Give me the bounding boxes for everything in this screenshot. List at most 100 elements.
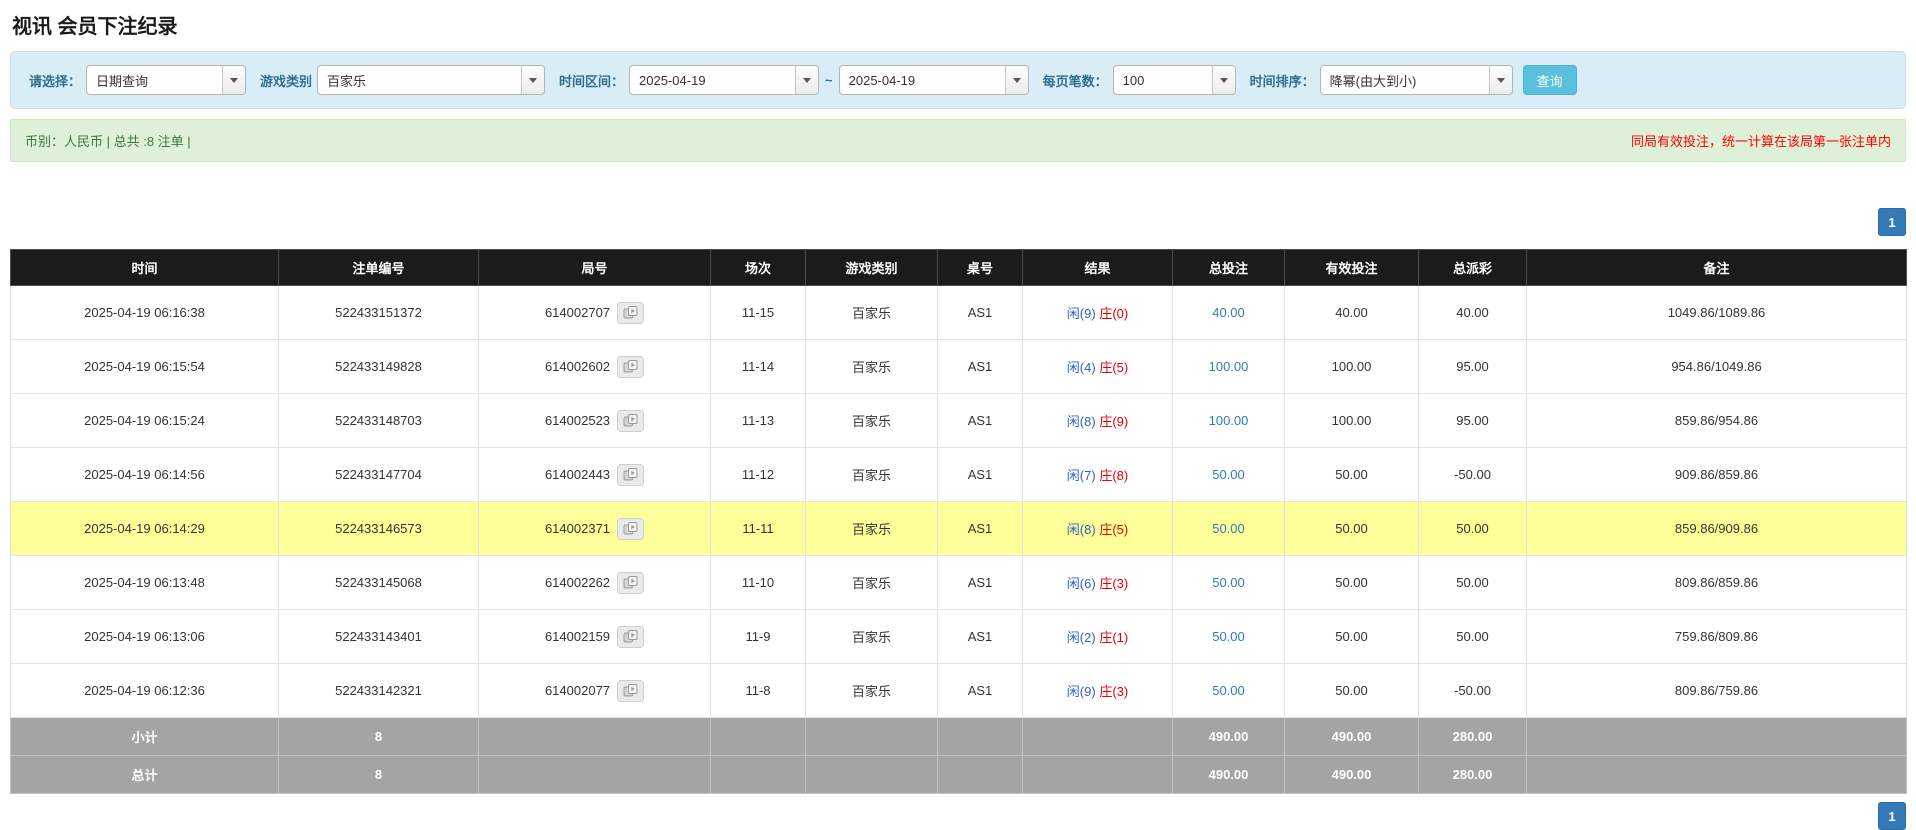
table-row: 2025-04-19 06:15:54522433149828614002602… [11,340,1907,394]
date-to-input[interactable] [840,66,1005,94]
cell-round: 614002262 [479,556,711,610]
chevron-down-icon[interactable] [222,66,245,94]
total-bet-link[interactable]: 100.00 [1209,359,1249,374]
cell-result: 闲(9) 庄(3) [1023,664,1173,718]
query-type-label: 请选择： [29,71,81,90]
chevron-down-icon[interactable] [1212,66,1235,94]
time-range-label: 时间区间： [559,71,624,90]
chevron-down-icon[interactable] [1005,66,1028,94]
cell-session: 11-15 [711,286,806,340]
cell-valid-bet: 50.00 [1285,664,1419,718]
chevron-down-icon[interactable] [521,66,544,94]
cell-valid-bet: 100.00 [1285,394,1419,448]
pagination-bottom: 1 [10,802,1906,830]
page-size-combobox[interactable] [1113,65,1236,95]
game-type-combobox[interactable] [317,65,545,95]
cell-table-no: AS1 [938,556,1023,610]
cell-total-bet: 100.00 [1173,394,1285,448]
cell-round: 614002159 [479,610,711,664]
footer-empty-cell [711,756,806,794]
total-bet-link[interactable]: 40.00 [1212,305,1245,320]
chevron-down-icon[interactable] [1489,66,1512,94]
cell-remark: 809.86/759.86 [1527,664,1907,718]
round-number: 614002159 [545,629,610,644]
filter-bar: 请选择： 游戏类别 时间区间： ~ 每页笔数： 时间排序： [10,51,1906,109]
query-type-combobox[interactable] [86,65,246,95]
video-card-icon[interactable] [617,302,644,324]
cell-game-type: 百家乐 [806,664,938,718]
page-size-label: 每页笔数： [1043,71,1108,90]
cell-session: 11-12 [711,448,806,502]
cell-payout: 50.00 [1419,556,1527,610]
chevron-down-icon[interactable] [795,66,818,94]
video-card-icon[interactable] [617,680,644,702]
footer-total-bet: 490.00 [1173,718,1285,756]
cell-table-no: AS1 [938,340,1023,394]
result-player: 闲(9) [1067,684,1096,699]
page-button-1[interactable]: 1 [1878,208,1906,236]
result-banker: 庄(5) [1099,522,1128,537]
query-type-input[interactable] [87,66,222,94]
sort-order-input[interactable] [1321,66,1489,94]
video-card-icon[interactable] [617,626,644,648]
cell-time: 2025-04-19 06:14:56 [11,448,279,502]
table-row: 2025-04-19 06:16:38522433151372614002707… [11,286,1907,340]
result-banker: 庄(1) [1099,630,1128,645]
table-body: 2025-04-19 06:16:38522433151372614002707… [11,286,1907,718]
video-card-icon[interactable] [617,356,644,378]
search-button[interactable]: 查询 [1523,65,1577,95]
page-size-input[interactable] [1114,66,1212,94]
cell-bet-id: 522433147704 [279,448,479,502]
round-number: 614002077 [545,683,610,698]
date-from-combobox[interactable] [629,65,819,95]
column-header: 注单编号 [279,250,479,286]
cell-bet-id: 522433143401 [279,610,479,664]
cell-remark: 859.86/909.86 [1527,502,1907,556]
total-bet-link[interactable]: 50.00 [1212,467,1245,482]
date-to-combobox[interactable] [839,65,1029,95]
cell-total-bet: 40.00 [1173,286,1285,340]
records-table: 时间注单编号局号场次游戏类别桌号结果总投注有效投注总派彩备注 2025-04-1… [10,249,1907,794]
total-bet-link[interactable]: 50.00 [1212,521,1245,536]
cell-game-type: 百家乐 [806,286,938,340]
page: 视讯 会员下注纪录 请选择： 游戏类别 时间区间： ~ 每页笔数： 时间排序： [0,10,1916,830]
column-header: 时间 [11,250,279,286]
notice-text: 同局有效投注，统一计算在该局第一张注单内 [1631,131,1891,150]
sort-order-combobox[interactable] [1320,65,1513,95]
cell-time: 2025-04-19 06:13:06 [11,610,279,664]
video-card-icon[interactable] [617,464,644,486]
cell-bet-id: 522433149828 [279,340,479,394]
cell-total-bet: 50.00 [1173,664,1285,718]
total-bet-link[interactable]: 100.00 [1209,413,1249,428]
date-from-input[interactable] [630,66,795,94]
cell-session: 11-10 [711,556,806,610]
footer-valid-bet: 490.00 [1285,756,1419,794]
table-row: 2025-04-19 06:12:36522433142321614002077… [11,664,1907,718]
page-button-1[interactable]: 1 [1878,802,1906,830]
cell-result: 闲(8) 庄(5) [1023,502,1173,556]
cell-round: 614002602 [479,340,711,394]
total-bet-link[interactable]: 50.00 [1212,683,1245,698]
game-type-input[interactable] [318,66,521,94]
column-header: 总派彩 [1419,250,1527,286]
cell-total-bet: 50.00 [1173,610,1285,664]
video-card-icon[interactable] [617,572,644,594]
cell-bet-id: 522433148703 [279,394,479,448]
total-bet-link[interactable]: 50.00 [1212,575,1245,590]
total-bet-link[interactable]: 50.00 [1212,629,1245,644]
table-head: 时间注单编号局号场次游戏类别桌号结果总投注有效投注总派彩备注 [11,250,1907,286]
column-header: 总投注 [1173,250,1285,286]
cell-total-bet: 50.00 [1173,502,1285,556]
footer-empty-cell [938,718,1023,756]
video-card-icon[interactable] [617,518,644,540]
cell-bet-id: 522433151372 [279,286,479,340]
cell-total-bet: 50.00 [1173,448,1285,502]
column-header: 备注 [1527,250,1907,286]
cell-time: 2025-04-19 06:12:36 [11,664,279,718]
video-card-icon[interactable] [617,410,644,432]
cell-payout: 50.00 [1419,610,1527,664]
footer-empty-cell [479,718,711,756]
cell-round: 614002707 [479,286,711,340]
sort-order-label: 时间排序： [1250,71,1315,90]
cell-time: 2025-04-19 06:14:29 [11,502,279,556]
